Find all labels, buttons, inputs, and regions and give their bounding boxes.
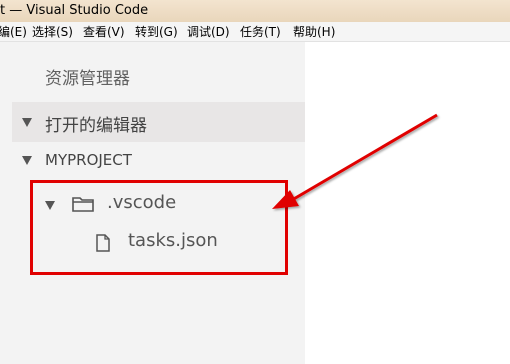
menu-debug[interactable]: 调试(D) bbox=[187, 22, 230, 41]
window-titlebar: t — Visual Studio Code bbox=[0, 0, 510, 22]
open-editors-label: 打开的编辑器 bbox=[45, 116, 147, 136]
menu-goto[interactable]: 转到(G) bbox=[135, 22, 178, 41]
menu-edit[interactable]: 编(E) bbox=[0, 22, 27, 41]
menu-bar: 编(E) 选择(S) 查看(V) 转到(G) 调试(D) 任务(T) 帮助(H) bbox=[0, 22, 510, 42]
menu-help[interactable]: 帮助(H) bbox=[293, 22, 335, 41]
menu-selection[interactable]: 选择(S) bbox=[32, 22, 73, 41]
menu-view[interactable]: 查看(V) bbox=[83, 22, 125, 41]
project-label[interactable]: MYPROJECT bbox=[45, 151, 132, 169]
menu-tasks[interactable]: 任务(T) bbox=[240, 22, 281, 41]
explorer-title: 资源管理器 bbox=[45, 69, 130, 89]
chevron-down-icon[interactable] bbox=[22, 156, 32, 165]
window-title: t — Visual Studio Code bbox=[0, 3, 149, 18]
open-editors-section[interactable]: 打开的编辑器 bbox=[12, 102, 305, 142]
chevron-down-icon bbox=[22, 118, 32, 127]
annotation-highlight-box bbox=[30, 180, 288, 275]
